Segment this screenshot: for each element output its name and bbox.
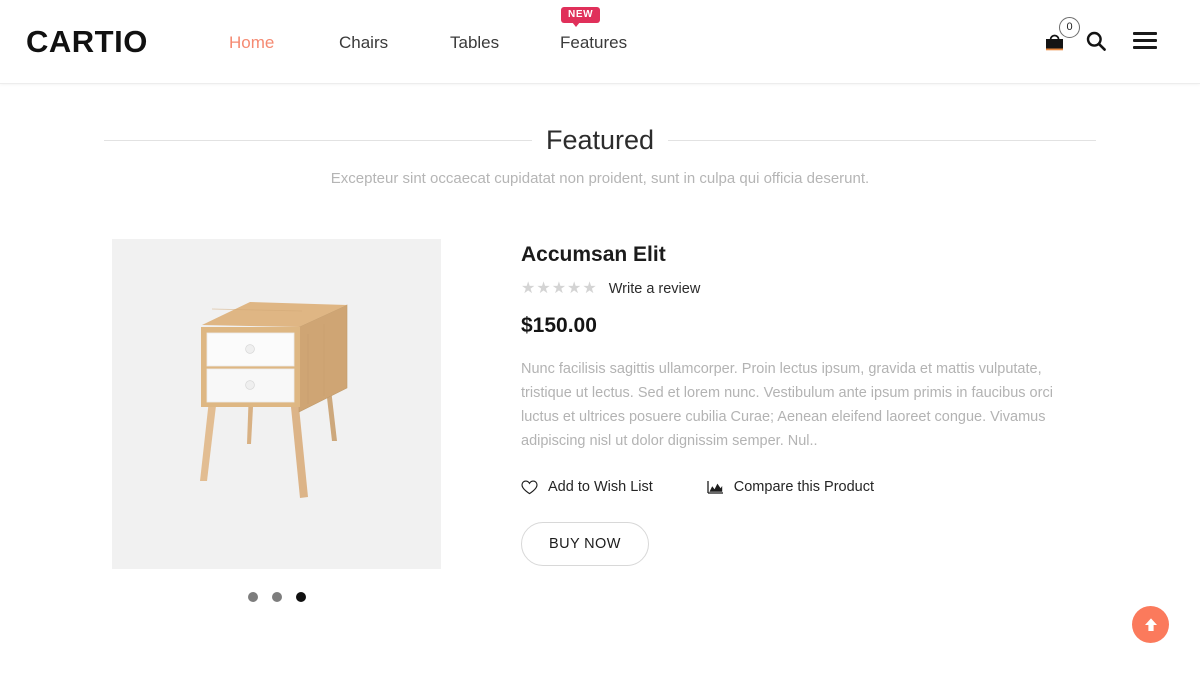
- carousel-dot-3[interactable]: [295, 592, 306, 602]
- compare-product-label: Compare this Product: [733, 479, 874, 495]
- hamburger-menu-icon: [1133, 32, 1157, 35]
- search-icon: [1086, 31, 1106, 51]
- star-icon: ★: [521, 280, 536, 297]
- product-details: Accumsan Elit ★ ★ ★ ★ ★ Write a review $…: [521, 243, 1081, 566]
- add-to-wishlist-button[interactable]: Add to Wish List: [521, 479, 653, 495]
- site-logo[interactable]: CARTIO: [26, 24, 148, 60]
- divider-left: [103, 139, 532, 141]
- star-rating: ★ ★ ★ ★ ★: [521, 281, 597, 297]
- carousel-dot-2[interactable]: [271, 592, 282, 602]
- heart-icon: [521, 480, 538, 495]
- search-button[interactable]: [1085, 30, 1107, 52]
- star-icon: ★: [551, 280, 567, 297]
- rating-row: ★ ★ ★ ★ ★ Write a review: [521, 281, 1081, 298]
- cart-count-badge: 0: [1059, 17, 1080, 38]
- new-badge: NEW: [561, 7, 601, 27]
- hamburger-menu-icon: [1133, 46, 1157, 49]
- divider-right: [668, 139, 1097, 141]
- product-price: $150.00: [521, 314, 597, 337]
- nav-item-home[interactable]: Home: [229, 33, 274, 53]
- bar-chart-icon: [706, 480, 724, 495]
- nav-item-features[interactable]: Features: [560, 33, 627, 53]
- carousel-dots: [112, 592, 441, 602]
- product-description: Nunc facilisis sagittis ullamcorper. Pro…: [521, 361, 1053, 449]
- cart-button[interactable]: 0: [1043, 17, 1080, 54]
- star-icon: ★: [567, 280, 582, 297]
- nav-item-tables[interactable]: Tables: [450, 33, 499, 53]
- arrow-up-icon: [1144, 617, 1157, 631]
- carousel-dot-1[interactable]: [247, 592, 258, 602]
- product-image[interactable]: [112, 239, 441, 569]
- featured-section-header: Featured: [0, 120, 1200, 160]
- product-actions: Add to Wish List Compare this Product: [521, 479, 1081, 495]
- page-title: Featured: [545, 124, 655, 155]
- star-icon: ★: [582, 280, 597, 297]
- hamburger-menu-icon: [1133, 39, 1157, 42]
- star-icon: ★: [536, 280, 551, 297]
- buy-now-button[interactable]: BUY NOW: [521, 522, 649, 566]
- product-title: Accumsan Elit: [521, 243, 666, 266]
- add-to-wishlist-label: Add to Wish List: [548, 479, 653, 495]
- site-header: CARTIO Home Chairs Tables Features NEW 0: [0, 0, 1200, 84]
- nav-item-chairs[interactable]: Chairs: [339, 33, 388, 53]
- section-subtitle: Excepteur sint occaecat cupidatat non pr…: [330, 170, 870, 187]
- nightstand-illustration: [200, 302, 348, 498]
- write-review-link[interactable]: Write a review: [609, 281, 701, 297]
- compare-product-button[interactable]: Compare this Product: [706, 479, 874, 495]
- hamburger-menu-button[interactable]: [1133, 32, 1157, 49]
- scroll-to-top-button[interactable]: [1132, 606, 1169, 643]
